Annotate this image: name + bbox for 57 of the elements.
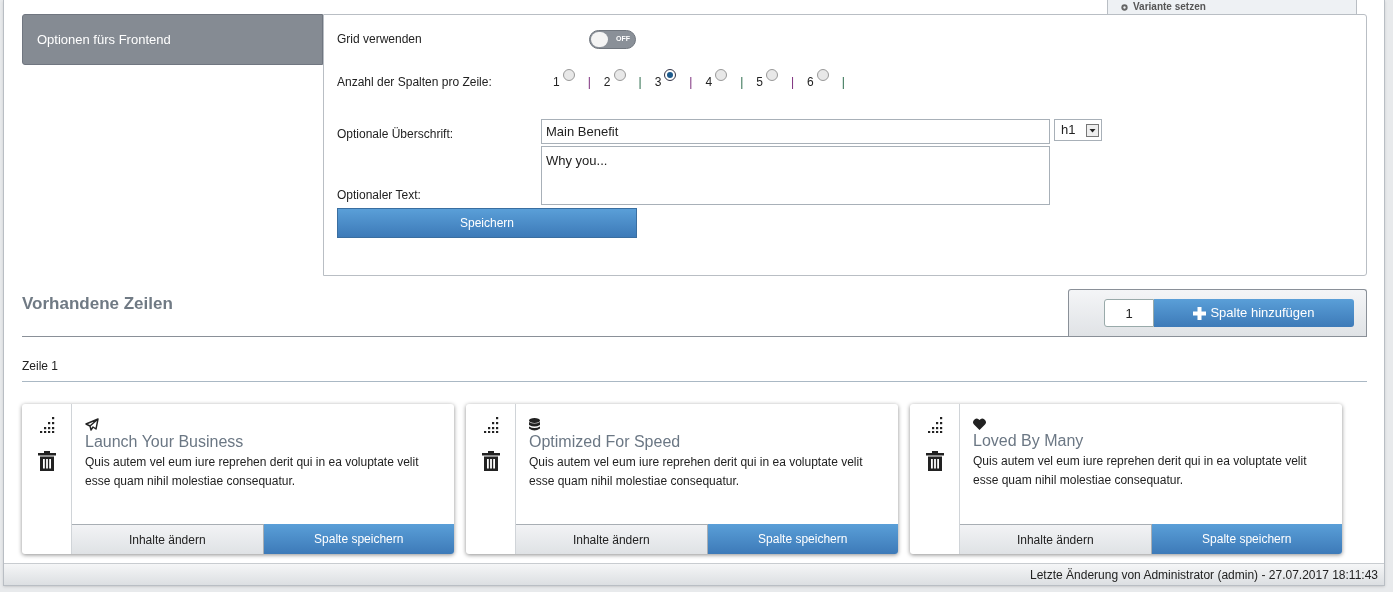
column-count-radio[interactable]	[664, 69, 677, 81]
edit-content-button[interactable]: Inhalte ändern	[516, 524, 708, 554]
heading-input[interactable]: Main Benefit	[541, 119, 1050, 144]
edit-content-button[interactable]: Inhalte ändern	[72, 524, 264, 554]
separator: |	[790, 74, 795, 91]
column-count-radio[interactable]	[816, 69, 829, 81]
database-icon	[529, 418, 540, 431]
column-title: Optimized For Speed	[529, 433, 682, 451]
separator: |	[841, 74, 845, 91]
grid-label: Grid verwenden	[337, 31, 423, 48]
column-title: Launch Your Business	[85, 433, 245, 451]
column-count-label: 1	[553, 74, 560, 91]
separator: |	[638, 74, 642, 91]
column-text: Quis autem vel eum iure reprehen derit qui in ea voluptate velit esse quam nihil molestiae consequatur.	[85, 454, 420, 490]
trash-icon[interactable]	[37, 451, 56, 471]
column-text: Quis autem vel eum iure reprehen derit qui in ea voluptate velit esse quam nihil molestiae consequatur.	[973, 453, 1308, 489]
save-column-button[interactable]: Spalte speichern	[1151, 524, 1342, 554]
save-button[interactable]: Speichern	[337, 208, 637, 238]
variant-tab[interactable]: Variante setzen	[1107, 0, 1357, 14]
tab-label: Variante setzen	[1133, 2, 1206, 12]
grip-dots-icon[interactable]	[481, 417, 500, 433]
column-count-label: 6	[807, 74, 814, 91]
column-title: Loved By Many	[973, 432, 1085, 450]
grip-dots-icon[interactable]	[925, 417, 944, 433]
column-count-label: 3	[654, 74, 662, 91]
column-count-input[interactable]: 1	[1104, 299, 1154, 327]
text-area[interactable]: Why you...	[541, 146, 1050, 205]
options-tab[interactable]: Optionen fürs Frontend	[22, 14, 323, 65]
edit-content-button[interactable]: Inhalte ändern	[960, 524, 1152, 554]
status-text: Letzte Änderung von Administrator (admin) - 27.07.2017 18:11:43	[1030, 566, 1378, 584]
separator: |	[689, 74, 693, 91]
column-count-label: 2	[603, 74, 611, 91]
gear-icon	[1120, 2, 1129, 12]
add-column-button[interactable]: Spalte hinzufügen	[1154, 299, 1354, 327]
column-count-radio[interactable]	[613, 69, 626, 81]
trash-icon[interactable]	[925, 451, 944, 471]
section-title: Vorhandene Zeilen	[22, 292, 173, 315]
row-label: Zeile 1	[22, 359, 59, 373]
column-count-radio[interactable]	[765, 69, 778, 81]
heart-icon	[973, 418, 986, 430]
paper-plane-icon	[85, 418, 99, 431]
column-text: Quis autem vel eum iure reprehen derit qui in ea voluptate velit esse quam nihil molestiae consequatur.	[529, 454, 864, 490]
column-count-label: 4	[705, 74, 713, 91]
save-column-button[interactable]: Spalte speichern	[707, 524, 898, 554]
separator: |	[587, 74, 591, 91]
grip-dots-icon[interactable]	[37, 417, 56, 433]
heading-label: Optionale Überschrift:	[337, 126, 455, 143]
column-count-radio[interactable]	[562, 69, 575, 81]
column-count-label: 5	[756, 74, 763, 91]
trash-icon[interactable]	[481, 451, 500, 471]
save-column-button[interactable]: Spalte speichern	[263, 524, 454, 554]
separator: |	[740, 74, 744, 91]
heading-level-select[interactable]: h1	[1054, 119, 1102, 141]
columns-label: Anzahl der Spalten pro Zeile:	[337, 74, 493, 91]
plus-icon	[1193, 306, 1207, 320]
column-count-radio[interactable]	[715, 69, 728, 81]
text-label: Optionaler Text:	[337, 187, 422, 204]
